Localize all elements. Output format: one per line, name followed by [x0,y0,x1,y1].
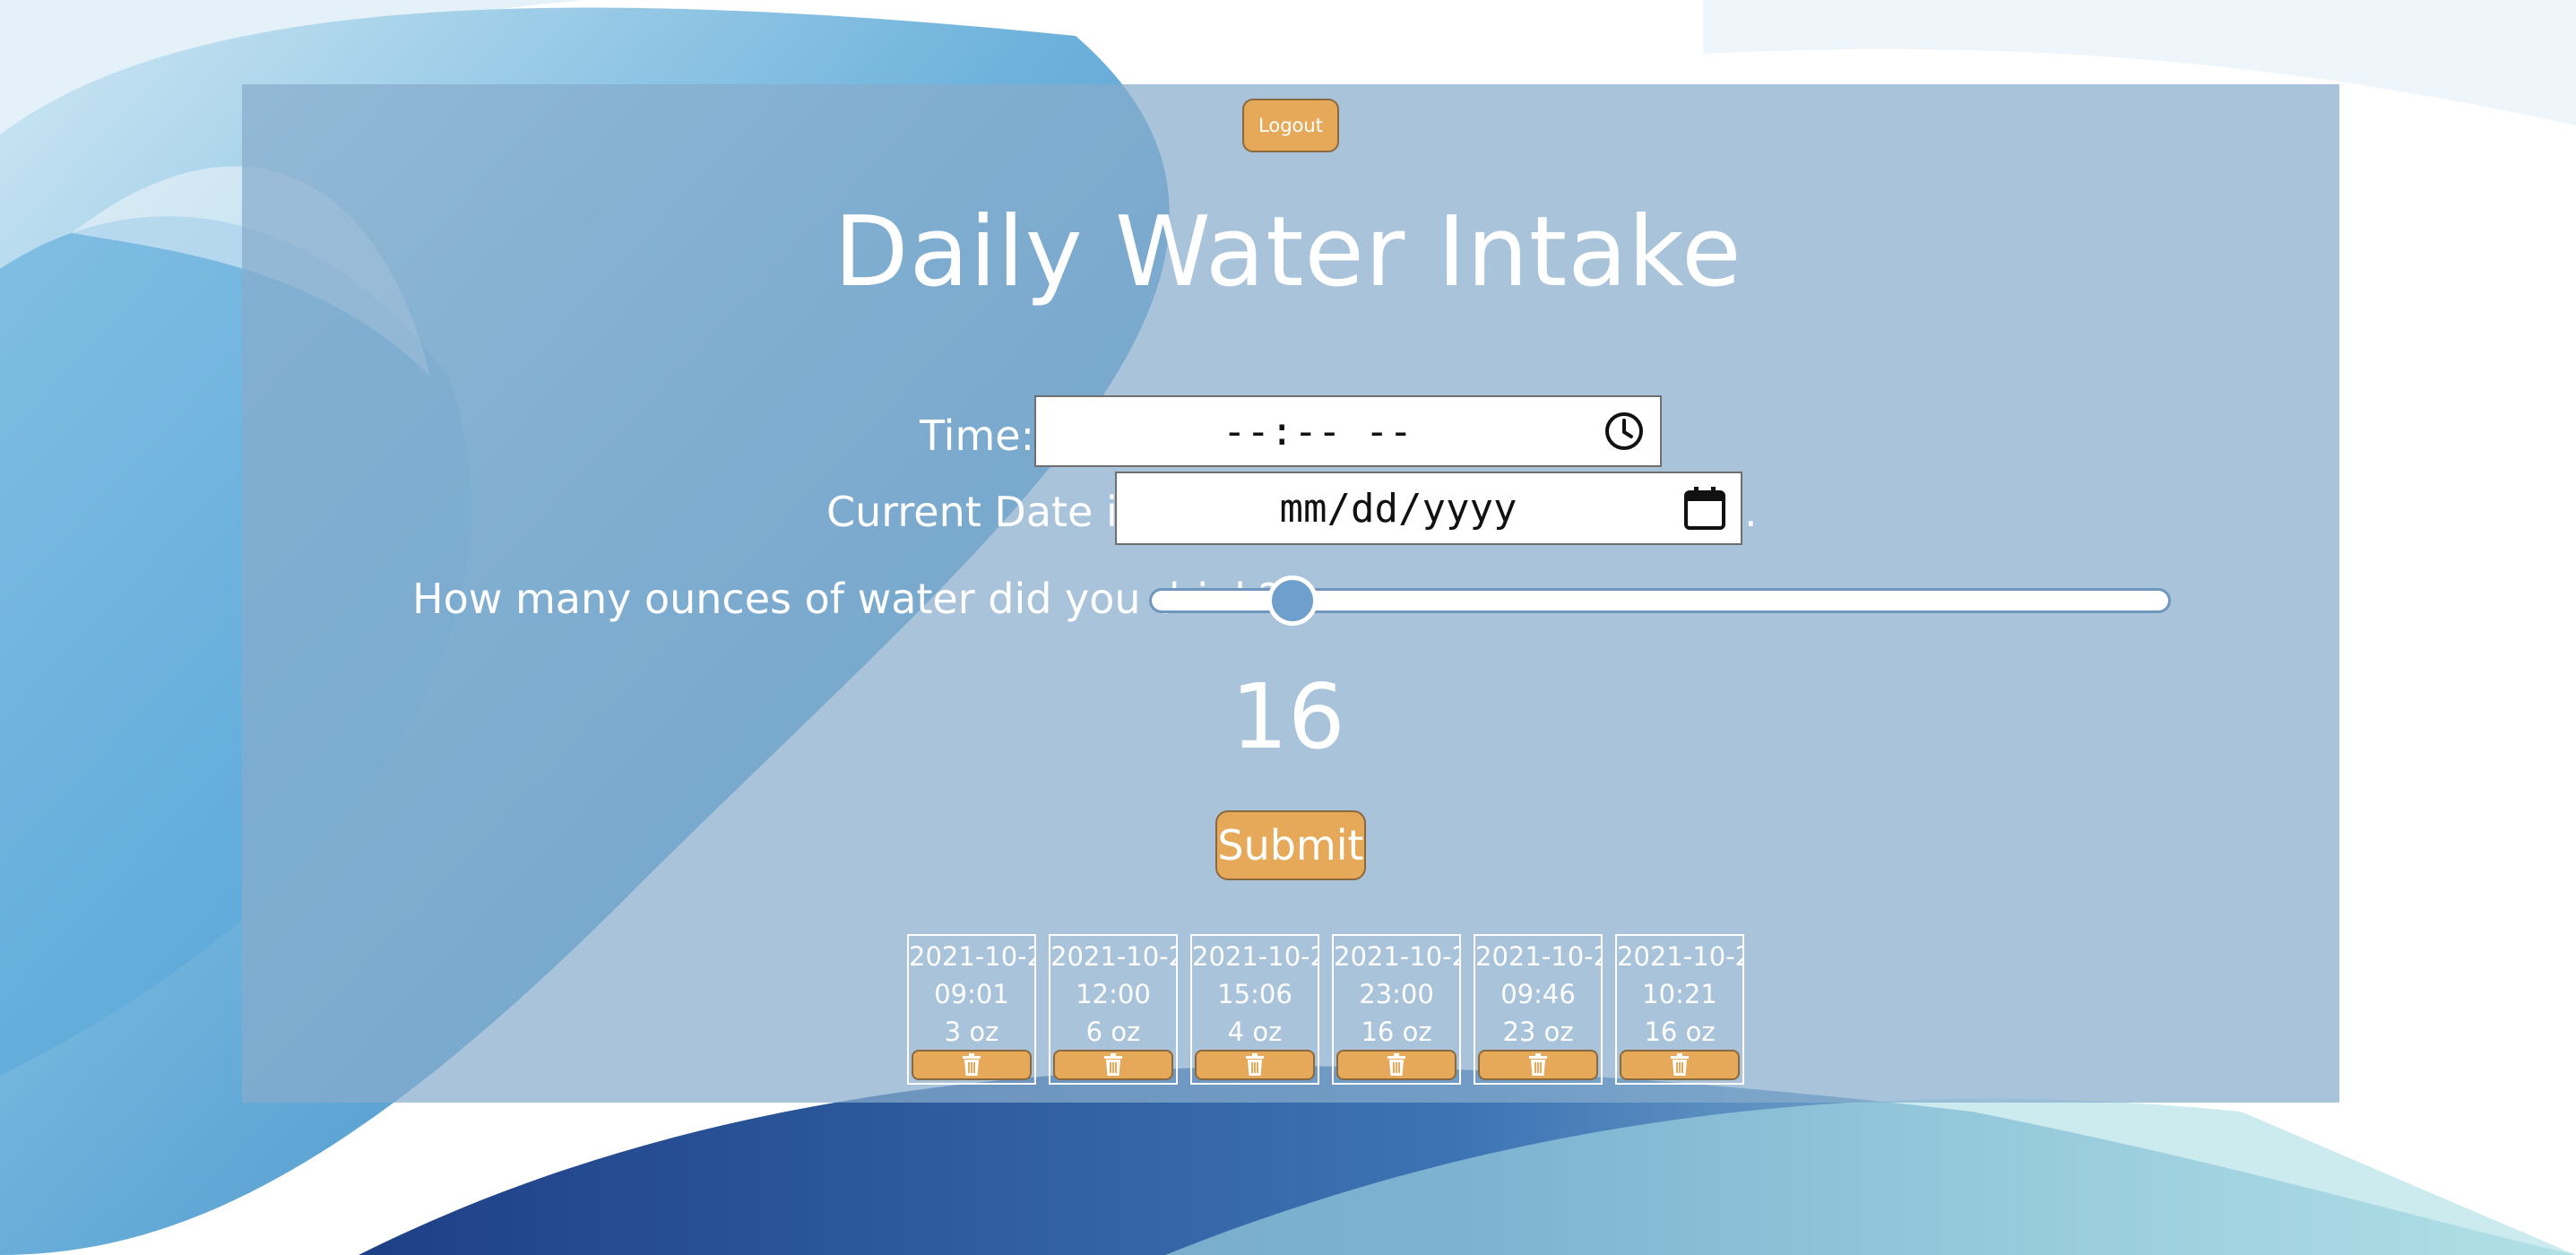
entry-amount: 6 oz [1085,1017,1141,1047]
entry-date: 2021-10-24 [1475,941,1601,972]
time-label: Time: [920,411,1035,460]
logout-button[interactable]: Logout [1242,99,1339,152]
trash-icon [1669,1053,1690,1077]
ounces-slider-thumb[interactable] [1266,576,1318,626]
entry-amount: 23 oz [1502,1017,1574,1047]
entry-date: 2021-10-23 [1334,941,1459,972]
entry-amount: 3 oz [944,1017,999,1047]
ounces-value: 16 [1231,664,1345,769]
calendar-icon[interactable] [1680,483,1730,533]
entry-card: 2021-10-23 23:00 16 oz [1332,934,1461,1085]
entry-time: 12:00 [1076,979,1151,1009]
entries-list: 2021-10-2309:013 oz2021-10-2312:006 oz20… [907,934,1744,1085]
entry-date: 2021-10-23 [1192,941,1318,972]
entry-time: 23:00 [1359,979,1434,1009]
entry-card: 2021-10-23 09:01 3 oz [907,934,1036,1085]
entry-card: 2021-10-24 10:21 16 oz [1615,934,1744,1085]
delete-entry-button[interactable] [1053,1050,1173,1080]
entry-card: 2021-10-24 09:46 23 oz [1474,934,1603,1085]
time-input-value: --:-- -- [1223,408,1413,454]
trash-icon [1102,1053,1124,1077]
submit-button[interactable]: Submit [1215,810,1366,880]
trash-icon [1527,1053,1549,1077]
trash-icon [961,1053,982,1077]
entry-amount: 4 oz [1227,1017,1283,1047]
entry-date: 2021-10-24 [1617,941,1742,972]
trash-icon [1386,1053,1407,1077]
entry-date: 2021-10-23 [1050,941,1176,972]
page-title: Daily Water Intake [834,196,1742,308]
date-input[interactable]: mm/dd/yyyy [1115,472,1742,545]
delete-entry-button[interactable] [912,1050,1032,1080]
clock-icon[interactable] [1599,406,1649,456]
entry-time: 15:06 [1217,979,1292,1009]
time-input[interactable]: --:-- -- [1034,395,1662,467]
entry-card: 2021-10-23 15:06 4 oz [1190,934,1319,1085]
delete-entry-button[interactable] [1195,1050,1315,1080]
delete-entry-button[interactable] [1620,1050,1740,1080]
entry-time: 10:21 [1642,979,1717,1009]
date-input-value: mm/dd/yyyy [1279,485,1517,532]
entry-time: 09:46 [1500,979,1576,1009]
entry-card: 2021-10-23 12:00 6 oz [1049,934,1178,1085]
delete-entry-button[interactable] [1478,1050,1598,1080]
entry-time: 09:01 [934,979,1009,1009]
date-suffix: . [1744,488,1758,536]
delete-entry-button[interactable] [1336,1050,1457,1080]
date-label: Current Date is [826,488,1139,536]
entry-amount: 16 oz [1361,1017,1432,1047]
entry-date: 2021-10-23 [909,941,1034,972]
trash-icon [1244,1053,1266,1077]
entry-amount: 16 oz [1644,1017,1716,1047]
